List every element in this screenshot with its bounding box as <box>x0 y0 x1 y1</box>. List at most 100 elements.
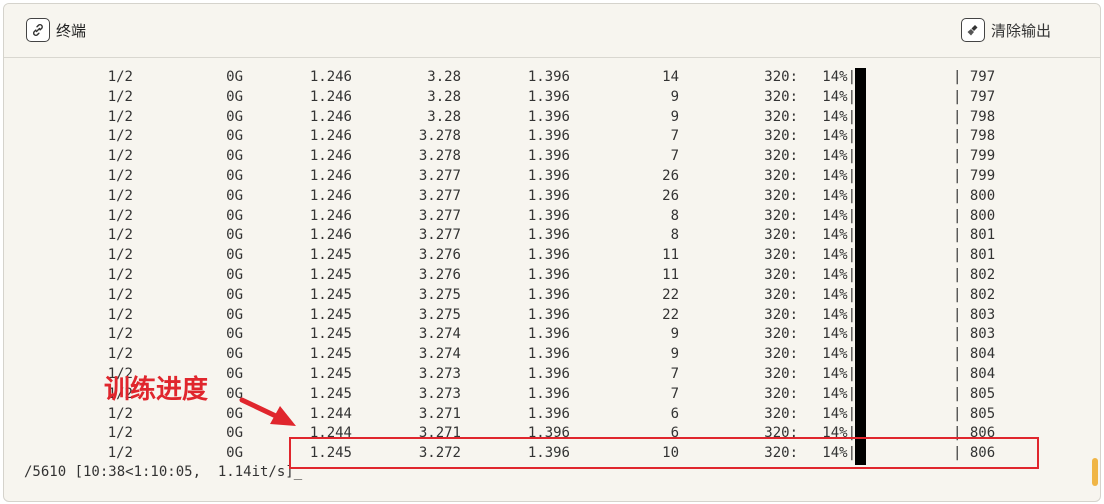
instances-cell: 7 <box>670 366 679 382</box>
epoch-cell: 1/2 <box>107 168 133 184</box>
dfl-loss-cell: 1.396 <box>527 405 570 422</box>
dfl-loss-cell: 1.396 <box>527 286 570 303</box>
epoch-cell: 1/2 <box>107 247 133 264</box>
annotation-label: 训练进度 <box>104 375 209 405</box>
log-row: 1/2 0G 1.245 3.276 1.396 11 320: 14%| | 802 <box>4 266 1100 286</box>
gpu-mem-cell: 0G <box>226 267 243 283</box>
instances-cell: 14 <box>662 69 679 85</box>
log-row: 1/2 0G 1.245 3.275 1.396 22 320: 14%| | 803 <box>4 306 1100 326</box>
log-row: 1/2 0G 1.246 3.278 1.396 7 320: 14%| | 799 <box>4 147 1100 167</box>
percent-cell: 14%| <box>822 168 856 184</box>
iteration-cell: | 798 <box>953 108 996 125</box>
box-loss-cell: 1.245 <box>309 346 352 363</box>
log-row: 1/2 0G 1.245 3.274 1.396 9 320: 14%| | 803 <box>4 325 1100 345</box>
percent-cell: 14%| <box>822 69 856 85</box>
terminal-tab[interactable]: 终端 <box>26 18 86 42</box>
iteration-cell: | 804 <box>953 346 996 363</box>
instances-cell: 8 <box>670 227 679 244</box>
instances-cell: 11 <box>662 267 679 283</box>
percent-cell: 14%| <box>822 108 856 125</box>
box-loss-cell: 1.246 <box>309 187 352 204</box>
gpu-mem-cell: 0G <box>226 168 243 184</box>
box-loss-cell: 1.246 <box>309 128 352 145</box>
log-row: 1/2 0G 1.245 3.274 1.396 9 320: 14%| | 804 <box>4 345 1100 365</box>
cls-loss-cell: 3.277 <box>418 168 461 184</box>
gpu-mem-cell: 0G <box>226 445 243 462</box>
instances-cell: 8 <box>670 207 679 224</box>
gpu-mem-cell: 0G <box>226 346 243 363</box>
cls-loss-cell: 3.278 <box>418 128 461 145</box>
gpu-mem-cell: 0G <box>226 148 243 165</box>
iteration-cell: | 801 <box>953 247 996 264</box>
epoch-cell: 1/2 <box>107 187 133 204</box>
instances-cell: 9 <box>670 326 679 343</box>
clear-output-label: 清除输出 <box>991 21 1052 40</box>
epoch-cell: 1/2 <box>107 207 133 224</box>
dfl-loss-cell: 1.396 <box>527 326 570 343</box>
dfl-loss-cell: 1.396 <box>527 346 570 363</box>
log-row: 1/2 0G 1.246 3.28 1.396 9 320: 14%| | 798 <box>4 108 1100 128</box>
log-row: 1/2 0G 1.246 3.28 1.396 9 320: 14%| | 797 <box>4 88 1100 108</box>
log-row: 1/2 0G 1.246 3.28 1.396 14 320: 14%| | 797 <box>4 68 1100 88</box>
epoch-cell: 1/2 <box>107 286 133 303</box>
percent-cell: 14%| <box>822 306 856 323</box>
gpu-mem-cell: 0G <box>226 405 243 422</box>
gpu-mem-cell: 0G <box>226 187 243 204</box>
dfl-loss-cell: 1.396 <box>527 148 570 165</box>
percent-cell: 14%| <box>822 326 856 343</box>
scrollbar-thumb[interactable] <box>1092 458 1098 486</box>
iteration-cell: | 800 <box>953 187 996 204</box>
box-loss-cell: 1.245 <box>309 366 352 382</box>
progress-bar-fill <box>855 68 866 465</box>
percent-cell: 14%| <box>822 227 856 244</box>
box-loss-cell: 1.245 <box>309 267 352 283</box>
cls-loss-cell: 3.277 <box>418 227 461 244</box>
epoch-cell: 1/2 <box>107 306 133 323</box>
iteration-cell: | 804 <box>953 366 996 382</box>
instances-cell: 7 <box>670 148 679 165</box>
cls-loss-cell: 3.28 <box>427 108 461 125</box>
cls-loss-cell: 3.273 <box>418 385 461 402</box>
gpu-mem-cell: 0G <box>226 286 243 303</box>
dfl-loss-cell: 1.396 <box>527 207 570 224</box>
terminal-label: 终端 <box>56 21 87 40</box>
instances-cell: 26 <box>662 168 679 184</box>
iteration-cell: | 803 <box>953 326 996 343</box>
log-row: 1/2 0G 1.245 3.275 1.396 22 320: 14%| | 802 <box>4 286 1100 306</box>
percent-cell: 14%| <box>822 207 856 224</box>
clear-output-button[interactable]: 清除输出 <box>961 18 1051 42</box>
box-loss-cell: 1.246 <box>309 69 352 85</box>
epoch-cell: 1/2 <box>107 326 133 343</box>
cls-loss-cell: 3.273 <box>418 366 461 382</box>
epoch-cell: 1/2 <box>107 69 133 85</box>
instances-cell: 7 <box>670 128 679 145</box>
terminal-panel: 终端 清除输出 1/2 0G 1.246 3.28 1.396 14 320: 14%| | 7… <box>3 3 1101 502</box>
cls-loss-cell: 3.277 <box>418 187 461 204</box>
epoch-cell: 1/2 <box>107 405 133 422</box>
cls-loss-cell: 3.271 <box>418 405 461 422</box>
cls-loss-cell: 3.276 <box>418 267 461 283</box>
dfl-loss-cell: 1.396 <box>527 385 570 402</box>
iteration-cell: | 802 <box>953 286 996 303</box>
iteration-cell: | 805 <box>953 385 996 402</box>
dfl-loss-cell: 1.396 <box>527 88 570 105</box>
cls-loss-cell: 3.275 <box>418 286 461 303</box>
box-loss-cell: 1.245 <box>309 247 352 264</box>
epoch-cell: 1/2 <box>107 346 133 363</box>
instances-cell: 9 <box>670 346 679 363</box>
dfl-loss-cell: 1.396 <box>527 306 570 323</box>
epoch-cell: 1/2 <box>107 425 133 442</box>
iteration-cell: | 800 <box>953 207 996 224</box>
gpu-mem-cell: 0G <box>226 88 243 105</box>
box-loss-cell: 1.246 <box>309 227 352 244</box>
status-line: /5610 [10:38<1:10:05, 1.14it/s]_ <box>24 464 303 480</box>
cls-loss-cell: 3.278 <box>418 148 461 165</box>
box-loss-cell: 1.245 <box>309 306 352 323</box>
cls-loss-cell: 3.28 <box>427 69 461 85</box>
log-row: 1/2 0G 1.244 3.271 1.396 6 320: 14%| | 805 <box>4 405 1100 425</box>
terminal-output[interactable]: 1/2 0G 1.246 3.28 1.396 14 320: 14%| | 797 1/2 0G 1… <box>4 58 1100 501</box>
gpu-mem-cell: 0G <box>226 69 243 85</box>
box-loss-cell: 1.246 <box>309 148 352 165</box>
box-loss-cell: 1.245 <box>309 286 352 303</box>
percent-cell: 14%| <box>822 128 856 145</box>
